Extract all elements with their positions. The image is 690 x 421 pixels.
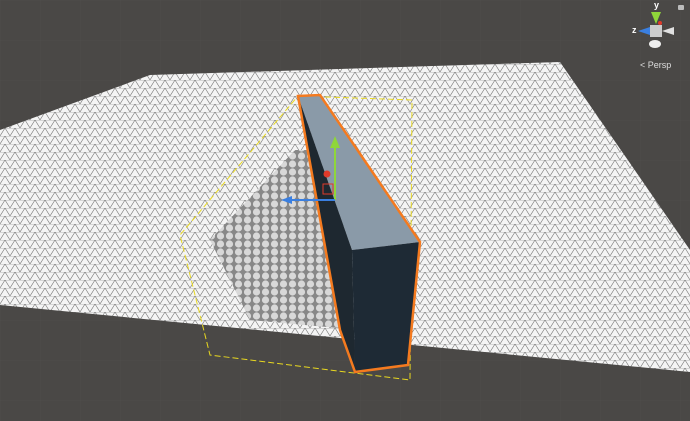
scene-view-viewport[interactable]: [0, 0, 690, 421]
projection-toggle[interactable]: < Persp: [640, 60, 671, 70]
gizmo-z-label: z: [632, 25, 637, 35]
projection-label: Persp: [647, 60, 672, 70]
lock-icon[interactable]: [678, 5, 684, 10]
gizmo-y-label: y: [654, 0, 660, 10]
